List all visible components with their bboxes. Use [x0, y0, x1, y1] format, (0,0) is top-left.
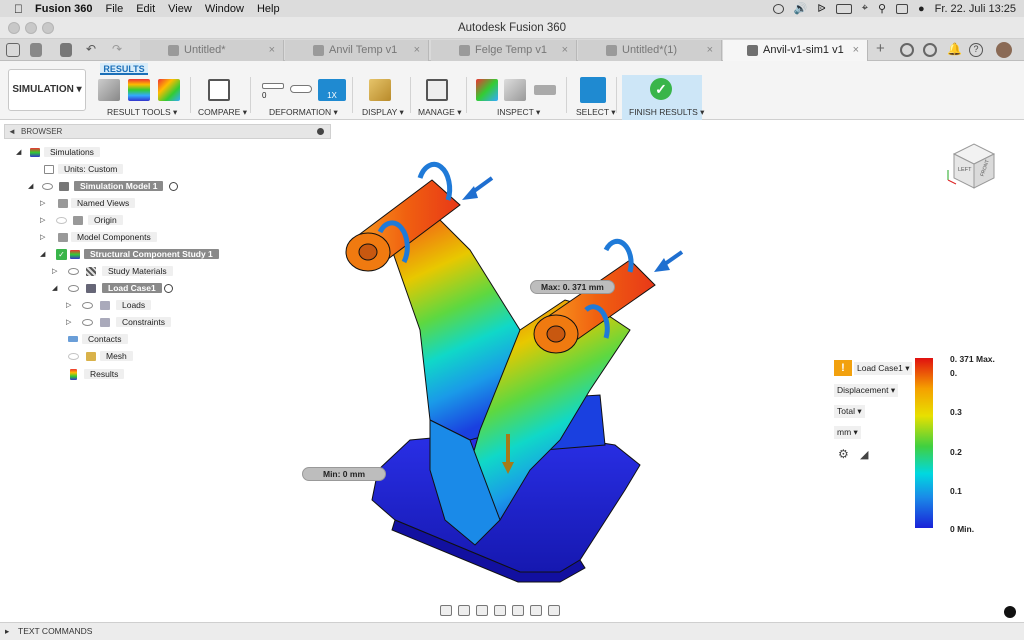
look-at-icon[interactable] [458, 604, 470, 616]
min-value-callout[interactable]: Min: 0 mm [302, 467, 386, 481]
max-value-callout[interactable]: Max: 0. 371 mm [530, 280, 615, 294]
comments-icon[interactable] [1004, 606, 1016, 618]
fit-zoom-icon[interactable] [512, 604, 524, 616]
load-arrow-icon[interactable] [654, 250, 684, 272]
pan-hand-icon[interactable] [476, 604, 488, 616]
legend-settings-gear-icon[interactable]: ⚙ [838, 447, 849, 461]
legend-value: 0.1 [950, 486, 962, 496]
axis-x-icon [947, 179, 957, 185]
anvil-model-render[interactable] [0, 0, 1024, 640]
legend-value-min: 0 Min. [950, 524, 975, 534]
load-case-dropdown[interactable]: Load Case1 ▾ [854, 362, 913, 375]
legend-color-bar [915, 358, 933, 528]
expand-text-commands-icon[interactable]: ▸ [5, 623, 9, 640]
zoom-icon[interactable] [494, 604, 506, 616]
load-arrow-icon[interactable] [462, 176, 494, 200]
view-cube[interactable]: LEFT FRONT [944, 138, 1000, 196]
fusion-window:  Fusion 360 File Edit View Window Help … [0, 0, 1024, 640]
grid-settings-icon[interactable] [548, 604, 560, 616]
warning-icon[interactable]: ! [834, 360, 852, 376]
unit-dropdown[interactable]: mm ▾ [834, 426, 861, 439]
navigation-bar [440, 602, 585, 618]
orbit-icon[interactable] [440, 604, 452, 616]
left-cylinder-hole [358, 243, 378, 261]
result-type-dropdown[interactable]: Displacement ▾ [834, 384, 899, 397]
legend-value: 0.2 [950, 447, 962, 457]
viewcube-left-face[interactable]: LEFT [958, 167, 972, 173]
text-commands-bar[interactable]: ▸ TEXT COMMANDS [0, 622, 1024, 640]
legend-scale-icon[interactable]: ◢ [860, 448, 868, 461]
legend-value: 0. [950, 368, 958, 378]
component-dropdown[interactable]: Total ▾ [834, 405, 865, 418]
legend-value: 0.3 [950, 407, 962, 417]
display-settings-icon[interactable] [530, 604, 542, 616]
right-cylinder-hole [546, 325, 566, 343]
text-commands-label: TEXT COMMANDS [18, 626, 93, 636]
legend-value-max: 0. 371 Max. [950, 354, 995, 364]
